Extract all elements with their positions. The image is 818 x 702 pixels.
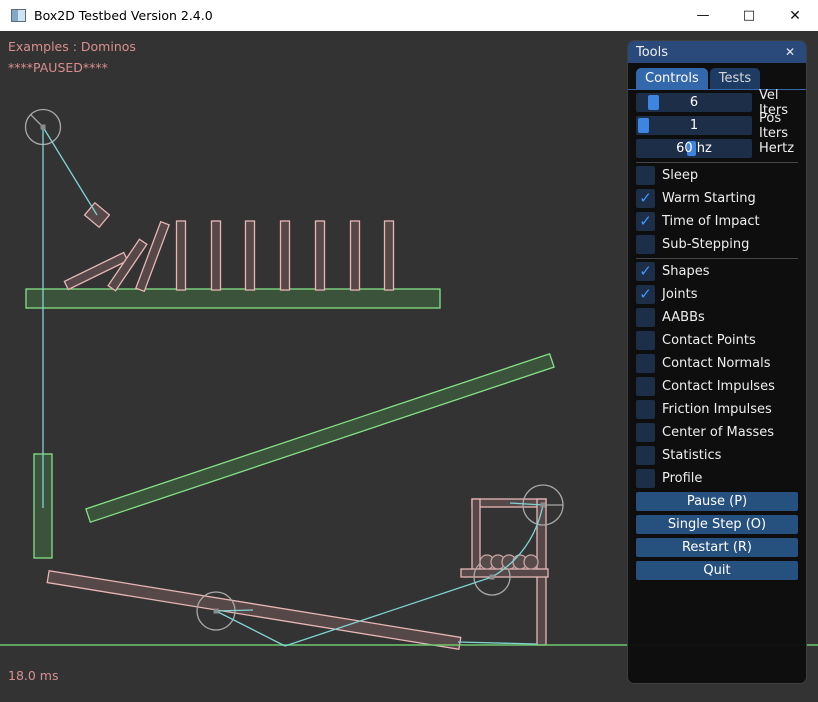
joint-anchor-dot <box>41 125 46 130</box>
checkbox-label: Profile <box>662 471 702 486</box>
tab-controls[interactable]: Controls <box>636 68 708 89</box>
slider-hertz[interactable]: 60 hz <box>636 139 752 158</box>
checkbox-warm-starting[interactable]: ✓ Warm Starting <box>636 189 798 208</box>
app-icon <box>11 9 26 22</box>
slider-label: Hertz <box>759 141 794 156</box>
checkbox-label: Time of Impact <box>662 214 760 229</box>
checkbox-statistics[interactable]: Statistics <box>636 446 798 465</box>
domino-upright[interactable] <box>316 221 325 290</box>
checkbox-label: Center of Masses <box>662 425 774 440</box>
domino-upright[interactable] <box>212 221 221 290</box>
frame-left-post[interactable] <box>472 499 480 570</box>
checkbox-label: Statistics <box>662 448 721 463</box>
panel-close-icon[interactable]: ✕ <box>782 45 798 59</box>
slider-value: 60 hz <box>636 139 752 158</box>
joint-rope-pendulum <box>43 127 97 215</box>
button-quit[interactable]: Quit <box>636 561 798 580</box>
checkbox-label: Contact Impulses <box>662 379 775 394</box>
separator <box>636 258 798 259</box>
checkbox-label: Contact Normals <box>662 356 771 371</box>
shelf-ball[interactable] <box>524 555 538 569</box>
button-restart-r[interactable]: Restart (R) <box>636 538 798 557</box>
checkbox-contact-points[interactable]: Contact Points <box>636 331 798 350</box>
domino-upright[interactable] <box>246 221 255 290</box>
checkbox-sub-stepping[interactable]: Sub-Stepping <box>636 235 798 254</box>
checked-checkbox-icon[interactable]: ✓ <box>636 212 655 231</box>
checked-checkbox-icon[interactable]: ✓ <box>636 285 655 304</box>
button-pause-p[interactable]: Pause (P) <box>636 492 798 511</box>
tabbar: Controls Tests <box>628 63 806 90</box>
frame-time-label: 18.0 ms <box>8 668 59 683</box>
checked-checkbox-icon[interactable]: ✓ <box>636 262 655 281</box>
close-button[interactable]: ✕ <box>772 0 818 31</box>
seesaw-plank[interactable] <box>47 571 461 650</box>
domino-upright[interactable] <box>385 221 394 290</box>
slider-label: Pos Iters <box>759 111 798 141</box>
checkbox-friction-impulses[interactable]: Friction Impulses <box>636 400 798 419</box>
checkbox-label: Shapes <box>662 264 709 279</box>
unchecked-checkbox-icon[interactable] <box>636 354 655 373</box>
domino-upright[interactable] <box>351 221 360 290</box>
slider-value: 6 <box>636 93 752 112</box>
slider-pos-iters[interactable]: 1 <box>636 116 752 135</box>
tools-panel: Tools ✕ Controls Tests 6Vel Iters1Pos It… <box>627 40 807 684</box>
unchecked-checkbox-icon[interactable] <box>636 469 655 488</box>
checkbox-center-of-masses[interactable]: Center of Masses <box>636 423 798 442</box>
joint-anchor-dot <box>214 609 219 614</box>
checked-checkbox-icon[interactable]: ✓ <box>636 189 655 208</box>
checkbox-shapes[interactable]: ✓ Shapes <box>636 262 798 281</box>
checkbox-aabbs[interactable]: AABBs <box>636 308 798 327</box>
unchecked-checkbox-icon[interactable] <box>636 331 655 350</box>
domino-platform <box>26 289 440 308</box>
checkbox-sleep[interactable]: Sleep <box>636 166 798 185</box>
example-label: Examples : Dominos <box>8 39 136 54</box>
unchecked-checkbox-icon[interactable] <box>636 166 655 185</box>
slider-value: 1 <box>636 116 752 135</box>
checkbox-time-of-impact[interactable]: ✓ Time of Impact <box>636 212 798 231</box>
checkbox-label: Joints <box>662 287 698 302</box>
slider-row-hertz: 60 hz Hertz <box>636 139 798 158</box>
paused-label: ****PAUSED**** <box>8 60 108 75</box>
maximize-button[interactable]: □ <box>726 0 772 31</box>
button-single-step-o[interactable]: Single Step (O) <box>636 515 798 534</box>
separator <box>636 162 798 163</box>
window-title: Box2D Testbed Version 2.4.0 <box>34 8 680 23</box>
slider-row-pos-iters: 1Pos Iters <box>636 116 798 135</box>
domino-tilted[interactable] <box>136 222 169 292</box>
domino-upright[interactable] <box>281 221 290 290</box>
tools-panel-header[interactable]: Tools ✕ <box>628 41 806 63</box>
checkbox-label: Contact Points <box>662 333 756 348</box>
checkbox-joints[interactable]: ✓ Joints <box>636 285 798 304</box>
unchecked-checkbox-icon[interactable] <box>636 308 655 327</box>
checkbox-label: Sleep <box>662 168 698 183</box>
checkbox-label: Sub-Stepping <box>662 237 749 252</box>
slider-row-vel-iters: 6Vel Iters <box>636 93 798 112</box>
checkbox-label: Warm Starting <box>662 191 756 206</box>
checkbox-contact-normals[interactable]: Contact Normals <box>636 354 798 373</box>
checkbox-label: AABBs <box>662 310 705 325</box>
domino-upright[interactable] <box>177 221 186 290</box>
checkbox-label: Friction Impulses <box>662 402 772 417</box>
minimize-button[interactable]: — <box>680 0 726 31</box>
unchecked-checkbox-icon[interactable] <box>636 377 655 396</box>
unchecked-checkbox-icon[interactable] <box>636 235 655 254</box>
window-titlebar: Box2D Testbed Version 2.4.0 — □ ✕ <box>0 0 818 31</box>
unchecked-checkbox-icon[interactable] <box>636 400 655 419</box>
checkbox-contact-impulses[interactable]: Contact Impulses <box>636 377 798 396</box>
joint-rope-ground <box>458 642 537 644</box>
tools-panel-title: Tools <box>636 45 782 60</box>
tab-tests[interactable]: Tests <box>710 68 760 89</box>
joint-anchor-dot <box>490 575 495 580</box>
slider-vel-iters[interactable]: 6 <box>636 93 752 112</box>
joint-anchor-dot <box>541 503 546 508</box>
unchecked-checkbox-icon[interactable] <box>636 446 655 465</box>
unchecked-checkbox-icon[interactable] <box>636 423 655 442</box>
frame-top-beam[interactable] <box>472 499 546 507</box>
checkbox-profile[interactable]: Profile <box>636 469 798 488</box>
long-ramp <box>86 354 554 522</box>
